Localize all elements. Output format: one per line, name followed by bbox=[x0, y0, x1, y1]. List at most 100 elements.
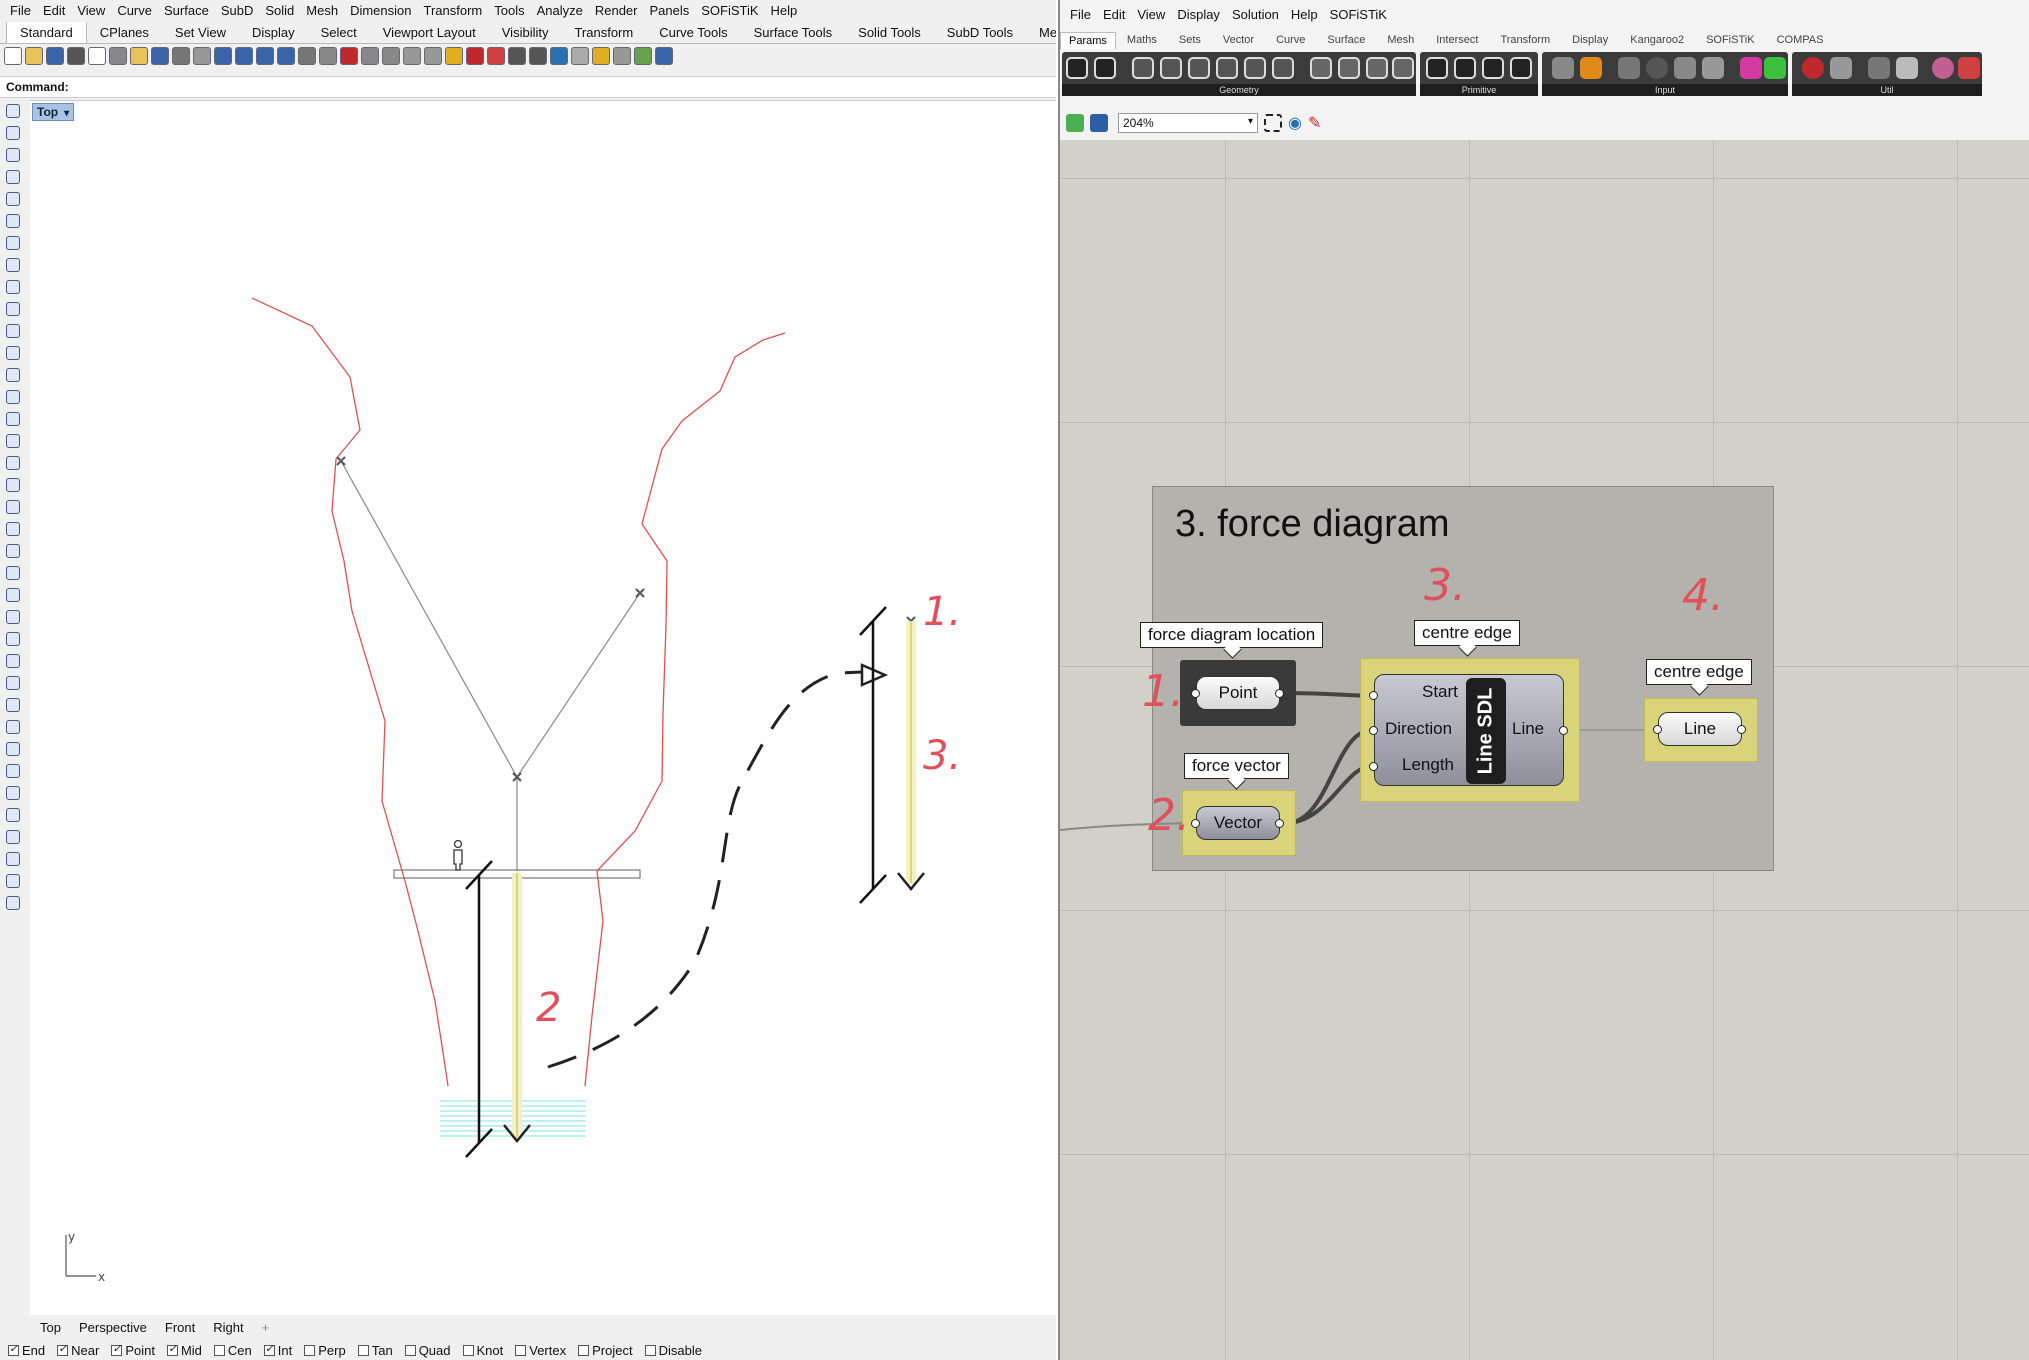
vector-output-socket[interactable] bbox=[1275, 819, 1284, 828]
toolbar-tool-icon[interactable] bbox=[424, 47, 442, 65]
value-list-icon[interactable] bbox=[1702, 57, 1724, 79]
left-tool-icon[interactable] bbox=[6, 214, 20, 228]
sdl-direction-socket[interactable] bbox=[1369, 726, 1378, 735]
left-tool-icon[interactable] bbox=[6, 412, 20, 426]
toolbar-tool-icon[interactable] bbox=[67, 47, 85, 65]
viewport-drawing[interactable]: 2 1. 3. y x bbox=[30, 101, 1056, 1316]
osnap-quad[interactable]: Quad bbox=[404, 1343, 451, 1358]
left-tool-icon[interactable] bbox=[6, 588, 20, 602]
left-tool-icon[interactable] bbox=[6, 742, 20, 756]
toolbar-tool-icon[interactable] bbox=[382, 47, 400, 65]
gh-canvas[interactable]: 3. force diagram force diagram location … bbox=[1060, 140, 2029, 1360]
toolbar-tool-icon[interactable] bbox=[634, 47, 652, 65]
integer-param-icon[interactable] bbox=[1454, 57, 1476, 79]
toolbar-tool-icon[interactable] bbox=[655, 47, 673, 65]
left-tool-icon[interactable] bbox=[6, 632, 20, 646]
rhino-menu-solid[interactable]: Solid bbox=[259, 3, 300, 18]
checkbox-icon[interactable] bbox=[578, 1344, 590, 1356]
toolbar-tool-icon[interactable] bbox=[4, 47, 22, 65]
text-param-icon[interactable] bbox=[1510, 57, 1532, 79]
viewport-top[interactable]: Top ▾ 2 1. 3. y x bbox=[30, 100, 1056, 1315]
rhino-tab-standard[interactable]: Standard bbox=[6, 22, 87, 43]
checkbox-icon[interactable] bbox=[462, 1344, 474, 1356]
left-tool-icon[interactable] bbox=[6, 896, 20, 910]
left-tool-icon[interactable] bbox=[6, 434, 20, 448]
left-tool-icon[interactable] bbox=[6, 720, 20, 734]
view-tab-front[interactable]: Front bbox=[165, 1320, 195, 1335]
rhino-menu-dimension[interactable]: Dimension bbox=[344, 3, 417, 18]
sdl-start-socket[interactable] bbox=[1369, 691, 1378, 700]
toolbar-tool-icon[interactable] bbox=[46, 47, 64, 65]
osnap-knot[interactable]: Knot bbox=[462, 1343, 503, 1358]
rhino-menu-file[interactable]: File bbox=[4, 3, 37, 18]
command-line[interactable]: Command: bbox=[0, 76, 1056, 98]
left-tool-icon[interactable] bbox=[6, 610, 20, 624]
line-component[interactable]: Line bbox=[1658, 712, 1742, 746]
rhino-tab-transform[interactable]: Transform bbox=[561, 22, 646, 43]
gh-tab-display[interactable]: Display bbox=[1561, 34, 1619, 46]
checkbox-icon[interactable] bbox=[57, 1342, 69, 1356]
add-view-tab-button[interactable]: + bbox=[262, 1320, 270, 1335]
sdl-line-output-socket[interactable] bbox=[1559, 726, 1568, 735]
left-tool-icon[interactable] bbox=[6, 654, 20, 668]
osnap-vertex[interactable]: Vertex bbox=[515, 1343, 566, 1358]
checkbox-icon[interactable] bbox=[644, 1344, 656, 1356]
checkbox-icon[interactable] bbox=[304, 1344, 316, 1356]
toolbar-tool-icon[interactable] bbox=[172, 47, 190, 65]
graph-mapper-icon[interactable] bbox=[1580, 57, 1602, 79]
rhino-menu-curve[interactable]: Curve bbox=[111, 3, 158, 18]
line-output-socket[interactable] bbox=[1737, 725, 1746, 734]
toolbar-tool-icon[interactable] bbox=[298, 47, 316, 65]
rhino-tab-display[interactable]: Display bbox=[239, 22, 308, 43]
osnap-point[interactable]: Point bbox=[111, 1342, 155, 1358]
brep-param-icon[interactable] bbox=[1216, 57, 1238, 79]
toolbar-tool-icon[interactable] bbox=[235, 47, 253, 65]
rhino-menu-panels[interactable]: Panels bbox=[643, 3, 695, 18]
rhino-tab-mesh-tools[interactable]: Mesh Tools bbox=[1026, 22, 1056, 43]
osnap-disable[interactable]: Disable bbox=[644, 1343, 702, 1358]
osnap-int[interactable]: Int bbox=[263, 1342, 292, 1358]
osnap-end[interactable]: End bbox=[8, 1342, 45, 1358]
mesh-param-icon[interactable] bbox=[1272, 57, 1294, 79]
checkbox-icon[interactable] bbox=[111, 1342, 123, 1356]
toolbar-tool-icon[interactable] bbox=[529, 47, 547, 65]
gradient-icon[interactable] bbox=[1764, 57, 1786, 79]
toolbar-tool-icon[interactable] bbox=[592, 47, 610, 65]
checkbox-icon[interactable] bbox=[8, 1342, 19, 1356]
gh-tab-vector[interactable]: Vector bbox=[1212, 34, 1265, 46]
save-file-icon[interactable] bbox=[1090, 114, 1108, 132]
jump-icon[interactable] bbox=[1830, 57, 1852, 79]
point-input-socket[interactable] bbox=[1191, 689, 1200, 698]
rhino-tab-surface-tools[interactable]: Surface Tools bbox=[741, 22, 846, 43]
toolbar-tool-icon[interactable] bbox=[613, 47, 631, 65]
rhino-menu-help[interactable]: Help bbox=[765, 3, 804, 18]
left-tool-icon[interactable] bbox=[6, 544, 20, 558]
checkbox-icon[interactable] bbox=[263, 1342, 275, 1356]
rhino-menu-render[interactable]: Render bbox=[589, 3, 644, 18]
cherry-picker-icon[interactable] bbox=[1802, 57, 1824, 79]
rhino-menu-transform[interactable]: Transform bbox=[417, 3, 488, 18]
gh-menu-view[interactable]: View bbox=[1131, 7, 1171, 22]
gh-tab-sets[interactable]: Sets bbox=[1168, 34, 1212, 46]
left-tool-icon[interactable] bbox=[6, 522, 20, 536]
left-tool-icon[interactable] bbox=[6, 764, 20, 778]
left-tool-icon[interactable] bbox=[6, 324, 20, 338]
gh-menu-help[interactable]: Help bbox=[1285, 7, 1324, 22]
rhino-tab-solid-tools[interactable]: Solid Tools bbox=[845, 22, 934, 43]
rhino-tab-cplanes[interactable]: CPlanes bbox=[87, 22, 162, 43]
left-tool-icon[interactable] bbox=[6, 280, 20, 294]
gh-tab-sofistik[interactable]: SOFiSTiK bbox=[1695, 34, 1766, 46]
data-input-arrow-icon[interactable] bbox=[1896, 57, 1918, 79]
gh-tab-curve[interactable]: Curve bbox=[1265, 34, 1316, 46]
toolbar-tool-icon[interactable] bbox=[571, 47, 589, 65]
sketch-pen-icon[interactable]: ✎ bbox=[1308, 113, 1321, 133]
colour-swatch-icon[interactable] bbox=[1740, 57, 1762, 79]
sdl-length-socket[interactable] bbox=[1369, 762, 1378, 771]
left-tool-icon[interactable] bbox=[6, 698, 20, 712]
left-tool-icon[interactable] bbox=[6, 874, 20, 888]
gh-tab-intersect[interactable]: Intersect bbox=[1425, 34, 1489, 46]
left-tool-icon[interactable] bbox=[6, 500, 20, 514]
left-tool-icon[interactable] bbox=[6, 170, 20, 184]
rhino-tab-viewport-layout[interactable]: Viewport Layout bbox=[370, 22, 489, 43]
rhino-menu-mesh[interactable]: Mesh bbox=[300, 3, 344, 18]
